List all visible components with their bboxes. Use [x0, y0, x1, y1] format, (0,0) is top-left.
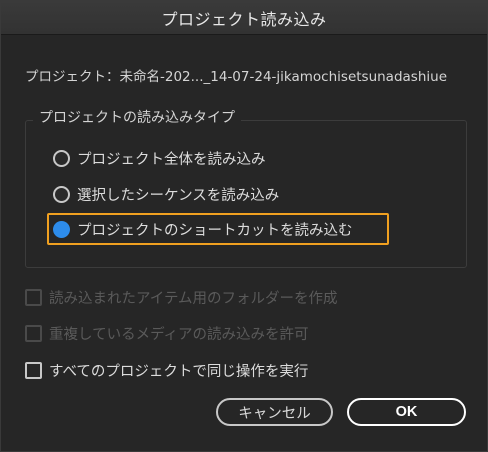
- checkbox-apply-to-all-projects[interactable]: すべてのプロジェクトで同じ操作を実行: [25, 359, 308, 381]
- import-type-legend: プロジェクトの読み込みタイプ: [33, 107, 241, 127]
- import-project-dialog: プロジェクト読み込み プロジェクト：未命名-202..._14-07-24-ji…: [0, 0, 488, 452]
- checkbox-allow-duplicate-media: 重複しているメディアの読み込みを許可: [25, 322, 309, 344]
- ok-button[interactable]: OK: [347, 398, 466, 426]
- radio-label: プロジェクトのショートカットを読み込む: [77, 222, 353, 239]
- checkbox-icon: [25, 324, 42, 342]
- radio-import-selected-sequences[interactable]: 選択したシーケンスを読み込み: [53, 182, 279, 206]
- checkbox-label: 重複しているメディアの読み込みを許可: [49, 326, 309, 343]
- checkbox-label: すべてのプロジェクトで同じ操作を実行: [49, 363, 309, 380]
- project-name-line: プロジェクト：未命名-202..._14-07-24-jikamochisets…: [25, 65, 447, 85]
- radio-button-selected-icon[interactable]: [53, 220, 70, 238]
- radio-label: 選択したシーケンスを読み込み: [77, 187, 280, 204]
- dialog-title: プロジェクト読み込み: [161, 9, 327, 29]
- radio-button-icon[interactable]: [53, 149, 70, 167]
- radio-import-project-shortcut[interactable]: プロジェクトのショートカットを読み込む: [53, 217, 353, 241]
- checkbox-icon[interactable]: [25, 361, 42, 379]
- cancel-button[interactable]: キャンセル: [216, 398, 333, 426]
- checkbox-icon: [25, 288, 42, 306]
- project-name: 未命名-202..._14-07-24-jikamochisetsunadash…: [119, 69, 448, 85]
- checkbox-create-folder: 読み込まれたアイテム用のフォルダーを作成: [25, 286, 338, 308]
- radio-label: プロジェクト全体を読み込み: [77, 151, 266, 168]
- radio-button-icon[interactable]: [53, 185, 70, 203]
- checkbox-label: 読み込まれたアイテム用のフォルダーを作成: [49, 290, 338, 307]
- radio-import-entire-project[interactable]: プロジェクト全体を読み込み: [53, 146, 266, 170]
- project-label: プロジェクト：: [25, 69, 120, 85]
- title-bar[interactable]: プロジェクト読み込み: [1, 1, 487, 35]
